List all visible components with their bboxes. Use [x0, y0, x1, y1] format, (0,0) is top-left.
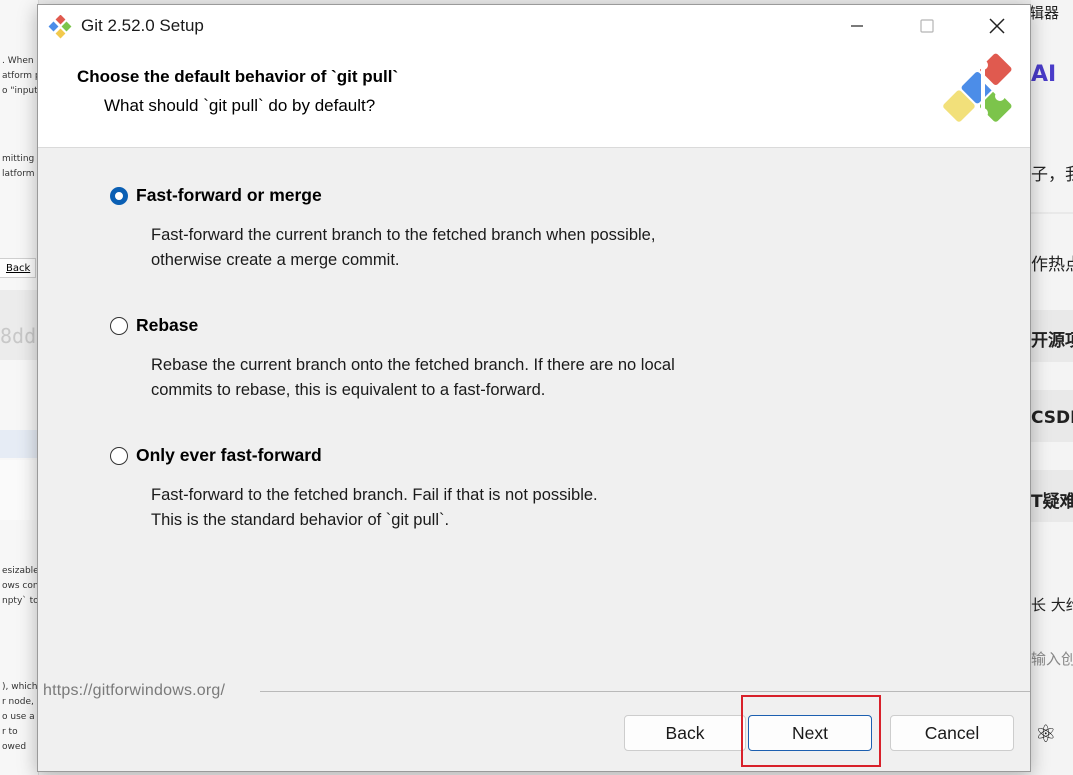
radio-unchecked[interactable] — [110, 317, 128, 335]
minimize-button[interactable] — [822, 5, 892, 47]
bg-text: 辑器 — [1031, 4, 1060, 22]
bg-text: T疑难 — [1031, 492, 1073, 512]
close-button[interactable] — [962, 5, 1032, 47]
bg-ai-label: AI — [1031, 62, 1057, 87]
radio-checked[interactable] — [110, 187, 128, 205]
footer-divider — [260, 691, 1030, 692]
maximize-button[interactable] — [892, 5, 962, 47]
bg-text: mitting — [2, 154, 35, 164]
option-label[interactable]: Fast-forward or merge — [136, 185, 322, 206]
bg-text: atform p — [2, 71, 39, 81]
option-description: Fast-forward the current branch to the f… — [151, 223, 655, 273]
bg-text: latform — [2, 169, 35, 179]
bg-text: npty` to — [2, 596, 39, 606]
bg-hash-text: 8ddd — [0, 324, 38, 348]
description-line: Fast-forward the current branch to the f… — [151, 226, 656, 244]
bg-text: o "input — [2, 86, 38, 96]
radio-unchecked[interactable] — [110, 447, 128, 465]
bg-text: CSDN — [1031, 408, 1073, 428]
bg-text: 作热点 — [1031, 255, 1073, 275]
bg-selection — [0, 430, 38, 458]
description-line: This is the standard behavior of `git pu… — [151, 511, 450, 529]
bg-text: 长 大约 — [1031, 596, 1073, 614]
minimize-icon — [851, 25, 863, 27]
wizard-header: Choose the default behavior of `git pull… — [38, 47, 1030, 148]
background-right-window: 辑器 AI 子，我 作热点 开源项 CSDN T疑难 长 大约 输入创 ⚛ — [1031, 0, 1073, 775]
cancel-button[interactable]: Cancel — [890, 715, 1014, 751]
back-button[interactable]: Back — [624, 715, 746, 751]
next-button[interactable]: Next — [748, 715, 872, 751]
bg-text: r to — [2, 727, 18, 737]
bg-text: r node, — [2, 697, 34, 707]
option-description: Fast-forward to the fetched branch. Fail… — [151, 483, 598, 533]
maximize-icon — [920, 19, 934, 33]
git-app-icon — [48, 15, 72, 39]
page-title: Choose the default behavior of `git pull… — [77, 67, 399, 86]
description-line: Rebase the current branch onto the fetch… — [151, 356, 675, 374]
bg-text: o use a — [2, 712, 35, 722]
title-bar[interactable]: Git 2.52.0 Setup — [38, 5, 1030, 47]
git-logo-icon — [943, 53, 1012, 122]
bg-text: . When — [2, 56, 34, 66]
description-line: otherwise create a merge commit. — [151, 251, 400, 269]
background-left-window: . When atform p o "input mitting latform… — [0, 0, 39, 775]
gitforwindows-link[interactable]: https://gitforwindows.org/ — [43, 682, 225, 700]
bg-text: 子，我 — [1031, 165, 1073, 185]
option-label[interactable]: Rebase — [136, 315, 198, 336]
bg-text: ), which — [2, 682, 38, 692]
bg-text: esizable — [2, 566, 39, 576]
bg-text: ows cons — [2, 581, 39, 591]
description-line: Fast-forward to the fetched branch. Fail… — [151, 486, 598, 504]
bg-divider — [1031, 212, 1073, 214]
bg-text: 开源项 — [1031, 331, 1073, 351]
bg-text: 输入创 — [1031, 650, 1073, 668]
close-icon — [989, 18, 1005, 34]
page-subtitle: What should `git pull` do by default? — [104, 96, 376, 115]
bg-text: owed — [2, 742, 27, 752]
option-description: Rebase the current branch onto the fetch… — [151, 353, 675, 403]
background-back-button: Back — [0, 258, 36, 278]
setup-dialog: Git 2.52.0 Setup Choose the default beha… — [37, 4, 1031, 772]
description-line: commits to rebase, this is equivalent to… — [151, 381, 546, 399]
atom-icon: ⚛ — [1035, 720, 1057, 748]
option-label[interactable]: Only ever fast-forward — [136, 445, 322, 466]
window-title: Git 2.52.0 Setup — [81, 16, 204, 35]
bg-panel — [0, 460, 38, 520]
